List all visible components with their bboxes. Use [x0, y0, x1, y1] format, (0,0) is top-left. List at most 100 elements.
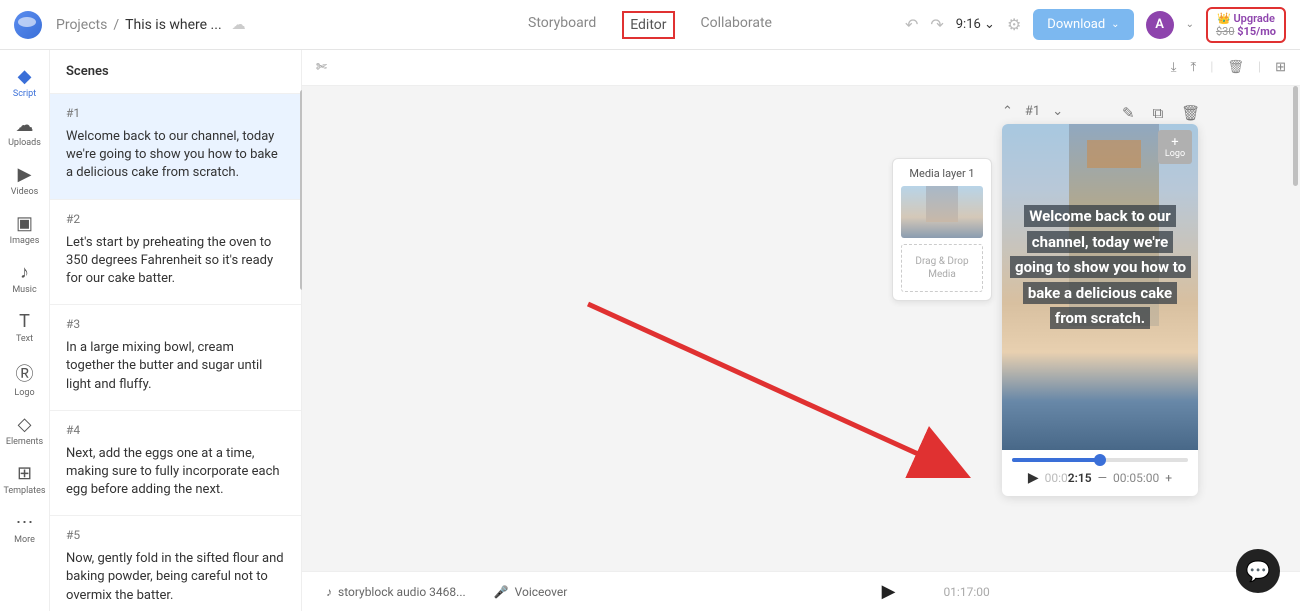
- more-icon: ⋯: [16, 512, 34, 533]
- copy-icon[interactable]: ⧉: [1153, 104, 1164, 122]
- nav-images[interactable]: ▣Images: [0, 205, 49, 254]
- export-icon[interactable]: ⤓: [1171, 60, 1177, 75]
- settings-icon[interactable]: ⚙: [1007, 15, 1021, 34]
- media-thumbnail[interactable]: [901, 186, 983, 238]
- topbar-right: ↶ ↷ 9:16 ⌄ ⚙ Download ⌄ A ⌄ 👑 Upgrade $3…: [905, 7, 1286, 43]
- nav-templates[interactable]: ⊞Templates: [0, 455, 49, 504]
- cloud-sync-icon[interactable]: ☁: [232, 17, 246, 33]
- nav-script[interactable]: ◆Script: [0, 58, 49, 107]
- upgrade-button[interactable]: 👑 Upgrade $30 $15/mo: [1206, 7, 1286, 43]
- redo-icon[interactable]: ↷: [930, 15, 943, 34]
- scene-next-icon[interactable]: ⌄: [1052, 104, 1063, 119]
- download-button[interactable]: Download ⌄: [1033, 9, 1133, 40]
- canvas-area: ✄ ⤓ ⤒ | 🗑 | ⊞ ⌃ #1 ⌄ ✎ ⧉ 🗑: [302, 50, 1300, 611]
- nav-videos[interactable]: ▶Videos: [0, 156, 49, 205]
- scene-current: #1: [1025, 104, 1040, 119]
- media-dropzone[interactable]: Drag & Drop Media: [901, 244, 983, 292]
- split-icon[interactable]: ✄: [316, 60, 327, 75]
- image-icon: ▣: [16, 213, 33, 234]
- nav-text[interactable]: TText: [0, 303, 49, 352]
- canvas-toolbar: ✄ ⤓ ⤒ | 🗑 | ⊞: [302, 50, 1300, 86]
- left-iconbar: ◆Script ☁Uploads ▶Videos ▣Images ♪Music …: [0, 50, 50, 611]
- media-layer-panel: Media layer 1 Drag & Drop Media: [892, 158, 992, 301]
- media-layer-title: Media layer 1: [901, 167, 983, 180]
- scene-item[interactable]: #2 Let's start by preheating the oven to…: [50, 200, 301, 306]
- breadcrumb-title[interactable]: This is where ...: [125, 17, 222, 33]
- time-plus-icon[interactable]: +: [1165, 471, 1172, 485]
- upload-icon: ☁: [16, 115, 34, 136]
- canvas-scrollbar[interactable]: [1293, 86, 1298, 186]
- total-time: 01:17:00: [943, 585, 989, 599]
- breadcrumb-sep: /: [113, 17, 119, 33]
- scene-num: #1: [66, 106, 285, 120]
- upload-scene-icon[interactable]: ⤒: [1190, 60, 1196, 75]
- preview-image[interactable]: Logo Welcome back to our channel, today …: [1002, 124, 1198, 450]
- grid-icon[interactable]: ⊞: [1275, 60, 1286, 75]
- tab-collaborate[interactable]: Collaborate: [695, 11, 778, 39]
- script-icon: ◆: [18, 66, 32, 87]
- scene-text: Next, add the eggs one at a time, making…: [66, 445, 285, 500]
- mic-icon: 🎤: [494, 585, 509, 599]
- text-icon: T: [19, 311, 30, 332]
- scene-num: #3: [66, 317, 285, 331]
- play-icon[interactable]: ▶: [1028, 470, 1039, 486]
- time-minus-icon[interactable]: —: [1098, 471, 1107, 485]
- music-icon: ♪: [20, 262, 29, 283]
- scene-item[interactable]: #4 Next, add the eggs one at a time, mak…: [50, 411, 301, 517]
- time-controls: ▶ 00:02:15 — 00:05:00 +: [1002, 466, 1198, 486]
- scene-text: Now, gently fold in the sifted flour and…: [66, 550, 285, 605]
- topbar: Projects / This is where ... ☁ Storyboar…: [0, 0, 1300, 50]
- avatar[interactable]: A: [1146, 11, 1174, 39]
- audio-track[interactable]: ♪storyblock audio 3468...: [326, 585, 466, 599]
- tab-editor[interactable]: Editor: [622, 11, 674, 39]
- nav-logo[interactable]: ⓇLogo: [0, 352, 49, 406]
- scene-text: Let's start by preheating the oven to 35…: [66, 234, 285, 289]
- scene-num: #2: [66, 212, 285, 226]
- scene-nav: ⌃ #1 ⌄: [1002, 104, 1063, 119]
- nav-elements[interactable]: ◇Elements: [0, 406, 49, 455]
- tab-storyboard[interactable]: Storyboard: [522, 11, 602, 39]
- music-note-icon: ♪: [326, 585, 332, 599]
- breadcrumb-projects[interactable]: Projects: [56, 17, 107, 33]
- video-icon: ▶: [18, 164, 32, 185]
- scene-list[interactable]: #1 Welcome back to our channel, today we…: [50, 94, 301, 611]
- aspect-ratio[interactable]: 9:16 ⌄: [956, 17, 995, 32]
- logo-placeholder[interactable]: Logo: [1158, 130, 1192, 164]
- scene-item[interactable]: #5 Now, gently fold in the sifted flour …: [50, 516, 301, 611]
- scenes-header: Scenes: [50, 50, 301, 94]
- avatar-menu-chevron-icon[interactable]: ⌄: [1186, 19, 1194, 30]
- templates-icon: ⊞: [17, 463, 32, 484]
- scenes-panel: Scenes #1 Welcome back to our channel, t…: [50, 50, 302, 611]
- scene-num: #4: [66, 423, 285, 437]
- scene-prev-icon[interactable]: ⌃: [1002, 104, 1013, 119]
- logo-icon: Ⓡ: [16, 360, 34, 386]
- bottom-bar: ♪storyblock audio 3468... 🎤Voiceover ▶ 0…: [302, 571, 1300, 611]
- breadcrumb: Projects / This is where ... ☁: [56, 17, 246, 33]
- overlay-text[interactable]: Welcome back to our channel, today we're…: [1010, 204, 1190, 332]
- nav-music[interactable]: ♪Music: [0, 254, 49, 303]
- main: ◆Script ☁Uploads ▶Videos ▣Images ♪Music …: [0, 50, 1300, 611]
- nav-uploads[interactable]: ☁Uploads: [0, 107, 49, 156]
- preview-card: Logo Welcome back to our channel, today …: [1002, 124, 1198, 496]
- canvas-toolbar-right: ⤓ ⤒ | 🗑 | ⊞: [1171, 60, 1286, 75]
- delete-icon[interactable]: 🗑: [1227, 60, 1244, 75]
- elements-icon: ◇: [18, 414, 32, 435]
- nav-more[interactable]: ⋯More: [0, 504, 49, 553]
- edit-icon[interactable]: ✎: [1122, 104, 1135, 122]
- scene-item[interactable]: #1 Welcome back to our channel, today we…: [50, 94, 301, 200]
- scene-tools: ✎ ⧉ 🗑: [1122, 104, 1200, 122]
- scene-text: Welcome back to our channel, today we're…: [66, 128, 285, 183]
- scene-text: In a large mixing bowl, cream together t…: [66, 339, 285, 394]
- editor-stage: ⌃ #1 ⌄ ✎ ⧉ 🗑 Media layer 1 Drag & Drop M…: [302, 86, 1300, 571]
- current-time: 00:02:15: [1045, 471, 1092, 485]
- timeline-play-icon[interactable]: ▶: [882, 581, 896, 602]
- timeline-slider[interactable]: [1002, 450, 1198, 466]
- app-logo[interactable]: [14, 11, 42, 39]
- duration: 00:05:00: [1113, 471, 1159, 485]
- trash-icon[interactable]: 🗑: [1181, 104, 1200, 122]
- voiceover-button[interactable]: 🎤Voiceover: [494, 585, 568, 599]
- undo-icon[interactable]: ↶: [905, 15, 918, 34]
- scene-num: #5: [66, 528, 285, 542]
- scene-item[interactable]: #3 In a large mixing bowl, cream togethe…: [50, 305, 301, 411]
- chat-button[interactable]: 💬: [1236, 549, 1280, 593]
